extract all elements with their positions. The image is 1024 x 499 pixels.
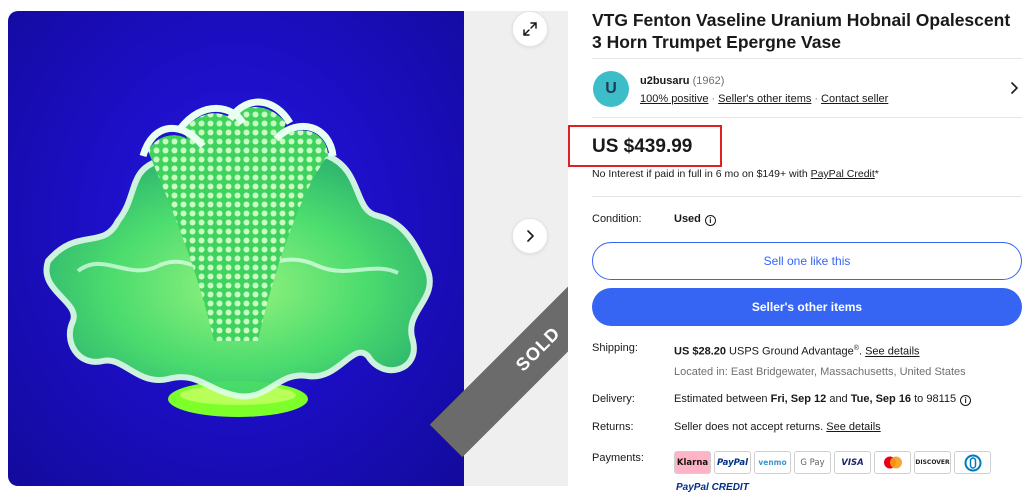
diners-club-icon — [954, 451, 991, 474]
vase-illustration — [43, 98, 433, 417]
google-pay-icon: G Pay — [794, 451, 831, 474]
image-gallery: SOLD — [8, 11, 568, 486]
delivery-label: Delivery: — [592, 393, 635, 405]
seller-feedback-score: (1962) — [692, 75, 725, 87]
returns-details-link[interactable]: See details — [826, 421, 880, 433]
chevron-right-icon — [527, 230, 534, 242]
item-location: Located in: East Bridgewater, Massachuse… — [674, 366, 966, 378]
paypal-credit-link[interactable]: PayPal Credit — [811, 168, 875, 180]
returns-label: Returns: — [592, 421, 634, 433]
financing-note: No Interest if paid in full in 6 mo on $… — [592, 168, 879, 180]
shipping-cost: US $28.20 — [674, 345, 726, 358]
shipping-details-link[interactable]: See details — [865, 346, 919, 358]
condition-value: Used — [674, 213, 701, 225]
shipping-label: Shipping: — [592, 342, 638, 354]
delivery-estimate: Estimated between Fri, Sep 12 and Tue, S… — [674, 393, 972, 406]
listing-title: VTG Fenton Vaseline Uranium Hobnail Opal… — [592, 10, 1011, 52]
seller-card[interactable]: U u2busaru (1962) 100% positive · Seller's… — [592, 58, 1022, 118]
paypal-icon: PayPal — [714, 451, 751, 474]
seller-name-line: u2busaru (1962) — [640, 75, 724, 87]
seller-name[interactable]: u2busaru — [640, 75, 690, 87]
expand-image-button[interactable] — [512, 11, 548, 47]
payments-label: Payments: — [592, 452, 644, 464]
klarna-icon: Klarna — [674, 451, 711, 474]
contact-seller-link[interactable]: Contact seller — [821, 93, 888, 105]
listing-info: VTG Fenton Vaseline Uranium Hobnail Opal… — [568, 0, 1022, 464]
condition-label: Condition: — [592, 213, 642, 225]
seller-avatar[interactable]: U — [593, 71, 629, 107]
next-image-button[interactable] — [512, 218, 548, 254]
venmo-icon: venmo — [754, 451, 791, 474]
expand-icon — [523, 22, 537, 36]
info-icon[interactable]: i — [960, 395, 972, 406]
sell-one-like-this-button[interactable]: Sell one like this — [592, 242, 1022, 280]
paypal-credit-logo: PayPal CREDIT — [676, 482, 749, 493]
product-photo[interactable] — [8, 11, 464, 486]
item-price: US $439.99 — [592, 136, 693, 157]
seller-links: 100% positive · Seller's other items · Conta… — [640, 93, 889, 105]
sellers-other-items-button[interactable]: Seller's other items — [592, 288, 1022, 326]
payment-methods: Klarna PayPal venmo G Pay VISA DISCOVER — [674, 451, 991, 474]
mastercard-icon — [874, 451, 911, 474]
shipping-value: US $28.20 USPS Ground Advantage®. See de… — [674, 345, 920, 358]
chevron-right-icon[interactable] — [1008, 81, 1020, 95]
seller-positive-link[interactable]: 100% positive — [640, 93, 709, 105]
discover-icon: DISCOVER — [914, 451, 951, 474]
sold-label: SOLD — [511, 322, 564, 375]
returns-policy: Seller does not accept returns. See deta… — [674, 421, 881, 433]
seller-other-items-link[interactable]: Seller's other items — [718, 93, 811, 105]
visa-icon: VISA — [834, 451, 871, 474]
info-icon[interactable]: i — [704, 215, 716, 226]
condition-value-line: Used i — [674, 213, 716, 226]
divider — [592, 196, 1022, 197]
